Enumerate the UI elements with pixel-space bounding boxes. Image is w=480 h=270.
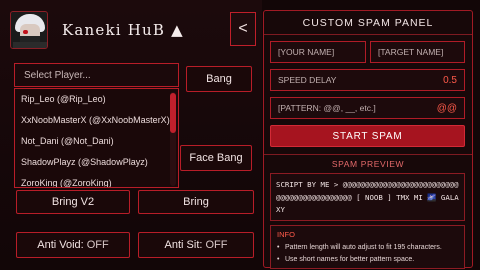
anti-sit-toggle[interactable]: Anti Sit: OFF: [138, 232, 254, 258]
target-name-input[interactable]: [TARGET NAME]: [370, 41, 465, 63]
panel-title: CUSTOM SPAM PANEL: [302, 17, 434, 29]
custom-spam-panel: CUSTOM SPAM PANEL [YOUR NAME] [TARGET NA…: [263, 10, 473, 269]
player-option[interactable]: Rip_Leo (@Rip_Leo): [15, 89, 178, 110]
start-spam-button[interactable]: START SPAM: [270, 125, 465, 147]
your-name-input[interactable]: [YOUR NAME]: [270, 41, 366, 63]
anti-void-state: OFF: [86, 239, 109, 251]
info-title: INFO: [277, 230, 295, 239]
player-option[interactable]: XxNoobMasterX (@XxNoobMasterX): [15, 110, 178, 131]
anti-sit-label: Anti Sit:: [164, 239, 203, 251]
bang-button[interactable]: Bang: [186, 66, 252, 92]
player-dropdown-list: Rip_Leo (@Rip_Leo) XxNoobMasterX (@XxNoo…: [14, 88, 179, 188]
player-select[interactable]: Select Player...: [14, 63, 179, 87]
collapse-button[interactable]: <: [230, 12, 256, 46]
info-line: Pattern length will auto adjust to fit 1…: [277, 242, 458, 254]
info-box: INFO Pattern length will auto adjust to …: [270, 225, 465, 269]
pattern-placeholder: [PATTERN: @@, __, etc.]: [278, 103, 376, 113]
divider: [264, 34, 472, 35]
spam-preview-title: SPAM PREVIEW: [331, 159, 405, 169]
avatar: [10, 11, 48, 49]
dropdown-scrollbar-thumb[interactable]: [170, 93, 176, 133]
anti-sit-state: OFF: [205, 239, 228, 251]
pattern-value: @@: [436, 102, 457, 114]
speed-delay-field[interactable]: SPEED DELAY 0.5: [270, 69, 465, 91]
pattern-input[interactable]: [PATTERN: @@, __, etc.] @@: [270, 97, 465, 119]
face-bang-button[interactable]: Face Bang: [180, 145, 252, 171]
anti-void-label: Anti Void:: [37, 239, 84, 251]
speed-delay-label: SPEED DELAY: [278, 75, 337, 85]
player-option[interactable]: ShadowPlayz (@ShadowPlayz): [15, 152, 178, 173]
player-option[interactable]: Not_Dani (@Not_Dani): [15, 131, 178, 152]
anti-void-toggle[interactable]: Anti Void: OFF: [16, 232, 130, 258]
bring-v2-button[interactable]: Bring V2: [16, 190, 130, 214]
info-line: Use short names for better pattern space…: [277, 254, 458, 266]
app-title: Kaneki HuB ▲: [62, 21, 184, 39]
spam-preview-box: SCRIPT BY ME > @@@@@@@@@@@@@@@@@@@@@@@@@…: [270, 173, 465, 221]
bring-button[interactable]: Bring: [138, 190, 254, 214]
player-option[interactable]: ZoroKing (@ZoroKing): [15, 173, 178, 187]
divider: [264, 154, 472, 155]
main-panel: Kaneki HuB ▲ < Select Player... Rip_Leo …: [0, 0, 262, 270]
speed-delay-value: 0.5: [443, 74, 457, 86]
header: Kaneki HuB ▲: [10, 8, 220, 52]
